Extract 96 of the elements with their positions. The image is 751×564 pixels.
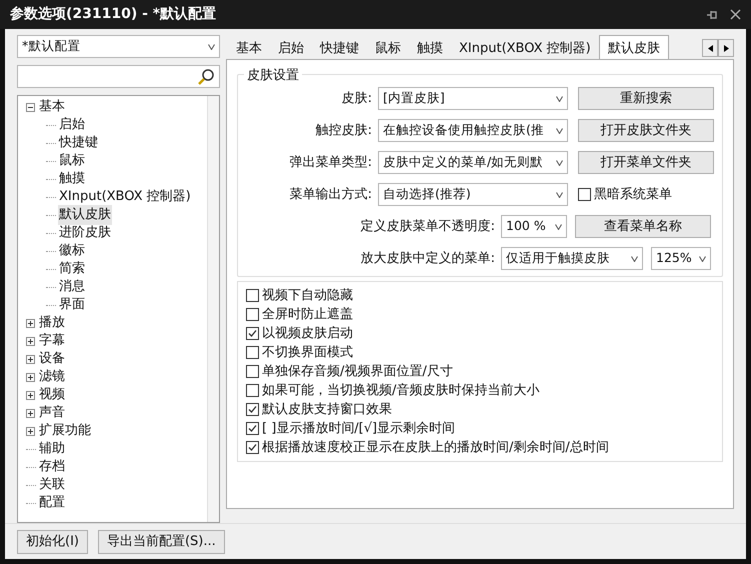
checkbox[interactable] xyxy=(246,422,259,435)
dropdown[interactable]: 皮肤中定义的菜单/如无则默 xyxy=(378,151,568,174)
pin-icon[interactable] xyxy=(706,8,718,20)
tree-item[interactable]: 触摸 xyxy=(58,169,86,189)
dropdown-caret-icon xyxy=(556,128,563,134)
checkbox[interactable] xyxy=(578,188,591,201)
tree-item[interactable]: 播放 xyxy=(38,313,66,333)
tab[interactable]: 快捷键 xyxy=(312,38,367,59)
field-label: 触控皮肤: xyxy=(314,122,373,140)
expand-icon[interactable] xyxy=(26,426,35,436)
checkbox-label: [ ]显示播放时间/[√]显示剩余时间 xyxy=(262,420,456,438)
dropdown-caret-icon xyxy=(555,224,562,230)
expand-icon[interactable] xyxy=(26,372,35,382)
window-title: 参数选项(231110) - *默认配置 xyxy=(10,5,216,24)
scroll-right-button[interactable] xyxy=(718,39,734,57)
tree-item[interactable]: 简索 xyxy=(58,259,86,279)
dropdown-caret-icon xyxy=(631,256,638,262)
expand-icon[interactable] xyxy=(26,336,35,346)
tree-item[interactable]: 进阶皮肤 xyxy=(58,223,112,243)
tree-item[interactable]: 默认皮肤 xyxy=(58,205,112,225)
checkbox[interactable] xyxy=(246,308,259,321)
checkbox[interactable] xyxy=(246,289,259,302)
checkbox-label: 默认皮肤支持窗口效果 xyxy=(262,400,392,419)
tree-item[interactable]: 视频 xyxy=(38,385,66,405)
expand-icon[interactable] xyxy=(26,408,35,418)
checkbox-label: 视频下自动隐藏 xyxy=(262,286,353,305)
tab[interactable]: 鼠标 xyxy=(367,38,409,59)
checkbox-label: 黑暗系统菜单 xyxy=(594,186,672,204)
expand-icon[interactable] xyxy=(26,390,35,400)
tree-item[interactable]: 界面 xyxy=(58,295,86,315)
field-label: 皮肤: xyxy=(340,90,373,108)
dropdown-caret-icon xyxy=(556,160,563,166)
right-arrow-icon xyxy=(724,44,728,52)
checkbox-label: 如果可能，当切换视频/音频皮肤时保持当前大小 xyxy=(262,382,540,400)
footer-button[interactable]: 初始化(I) xyxy=(17,530,88,554)
checkbox[interactable] xyxy=(246,441,259,454)
dropdown[interactable]: [内置皮肤] xyxy=(378,87,568,110)
action-button[interactable]: 重新搜索 xyxy=(578,87,714,110)
dropdown-caret-icon xyxy=(556,96,563,102)
tree-item[interactable]: 设备 xyxy=(38,349,66,369)
tree-item[interactable]: 基本 xyxy=(38,97,66,117)
scroll-left-button[interactable] xyxy=(702,39,718,57)
tree-item[interactable]: XInput(XBOX 控制器) xyxy=(58,187,192,207)
collapse-icon[interactable] xyxy=(26,102,35,112)
dropdown-caret-icon xyxy=(208,44,215,50)
expand-icon[interactable] xyxy=(26,318,35,328)
search-icon[interactable] xyxy=(197,68,215,86)
tree-item[interactable]: 扩展功能 xyxy=(38,421,92,441)
dropdown[interactable]: 自动选择(推荐) xyxy=(378,183,568,206)
dropdown[interactable]: 仅适用于触摸皮肤 xyxy=(501,247,643,270)
dropdown[interactable]: 125% xyxy=(651,247,711,270)
dropdown-caret-icon xyxy=(556,192,563,198)
checkbox-label: 根据播放速度校正显示在皮肤上的播放时间/剩余时间/总时间 xyxy=(262,438,609,457)
checkbox-label: 全屏时防止遮盖 xyxy=(262,306,353,324)
profile-dropdown[interactable]: *默认配置 xyxy=(17,35,220,58)
tree-item[interactable]: 辅助 xyxy=(38,439,66,459)
tree-item[interactable]: 消息 xyxy=(58,277,86,297)
scrollbar[interactable] xyxy=(207,96,219,522)
tree-item[interactable]: 启始 xyxy=(58,115,86,135)
tab[interactable]: 默认皮肤 xyxy=(598,35,669,59)
expand-icon[interactable] xyxy=(26,354,35,364)
tree-item[interactable]: 字幕 xyxy=(38,331,66,351)
field-label: 定义皮肤菜单不透明度: xyxy=(360,218,496,236)
tree-item[interactable]: 存档 xyxy=(38,457,66,477)
checkbox[interactable] xyxy=(246,384,259,397)
tab[interactable]: XInput(XBOX 控制器) xyxy=(451,38,599,59)
dropdown[interactable]: 在触控设备使用触控皮肤(推 xyxy=(378,119,568,142)
dropdown-caret-icon xyxy=(699,256,706,262)
dropdown[interactable]: 100 % xyxy=(501,215,567,238)
tree-item[interactable]: 快捷键 xyxy=(58,133,99,153)
tree-item[interactable]: 滤镜 xyxy=(38,367,66,387)
checkbox[interactable] xyxy=(246,346,259,359)
field-label: 菜单输出方式: xyxy=(288,186,373,204)
checkbox[interactable] xyxy=(246,365,259,378)
checkbox-label: 以视频皮肤启动 xyxy=(262,324,353,343)
left-arrow-icon xyxy=(708,44,712,52)
tab[interactable]: 触摸 xyxy=(409,38,451,59)
tab[interactable]: 基本 xyxy=(228,38,270,59)
tree-item[interactable]: 徽标 xyxy=(58,241,86,261)
action-button[interactable]: 打开菜单文件夹 xyxy=(578,151,714,174)
field-label: 放大皮肤中定义的菜单: xyxy=(360,250,496,268)
checkbox-label: 单独保存音频/视频界面位置/尺寸 xyxy=(262,362,453,381)
action-button[interactable]: 查看菜单名称 xyxy=(575,215,711,238)
action-button[interactable]: 打开皮肤文件夹 xyxy=(578,119,714,142)
field-label: 弹出菜单类型: xyxy=(288,154,373,172)
tree-item[interactable]: 关联 xyxy=(38,475,66,495)
tree-item[interactable]: 配置 xyxy=(38,493,66,513)
close-icon[interactable] xyxy=(730,9,741,20)
checkbox-label: 不切换界面模式 xyxy=(262,344,353,362)
checkbox[interactable] xyxy=(246,403,259,416)
footer-button[interactable]: 导出当前配置(S)... xyxy=(98,530,225,554)
search-field[interactable] xyxy=(17,65,220,88)
checkbox[interactable] xyxy=(246,327,259,340)
tree-item[interactable]: 鼠标 xyxy=(58,151,86,171)
tab[interactable]: 启始 xyxy=(270,38,312,59)
tree-item[interactable]: 声音 xyxy=(38,403,66,423)
